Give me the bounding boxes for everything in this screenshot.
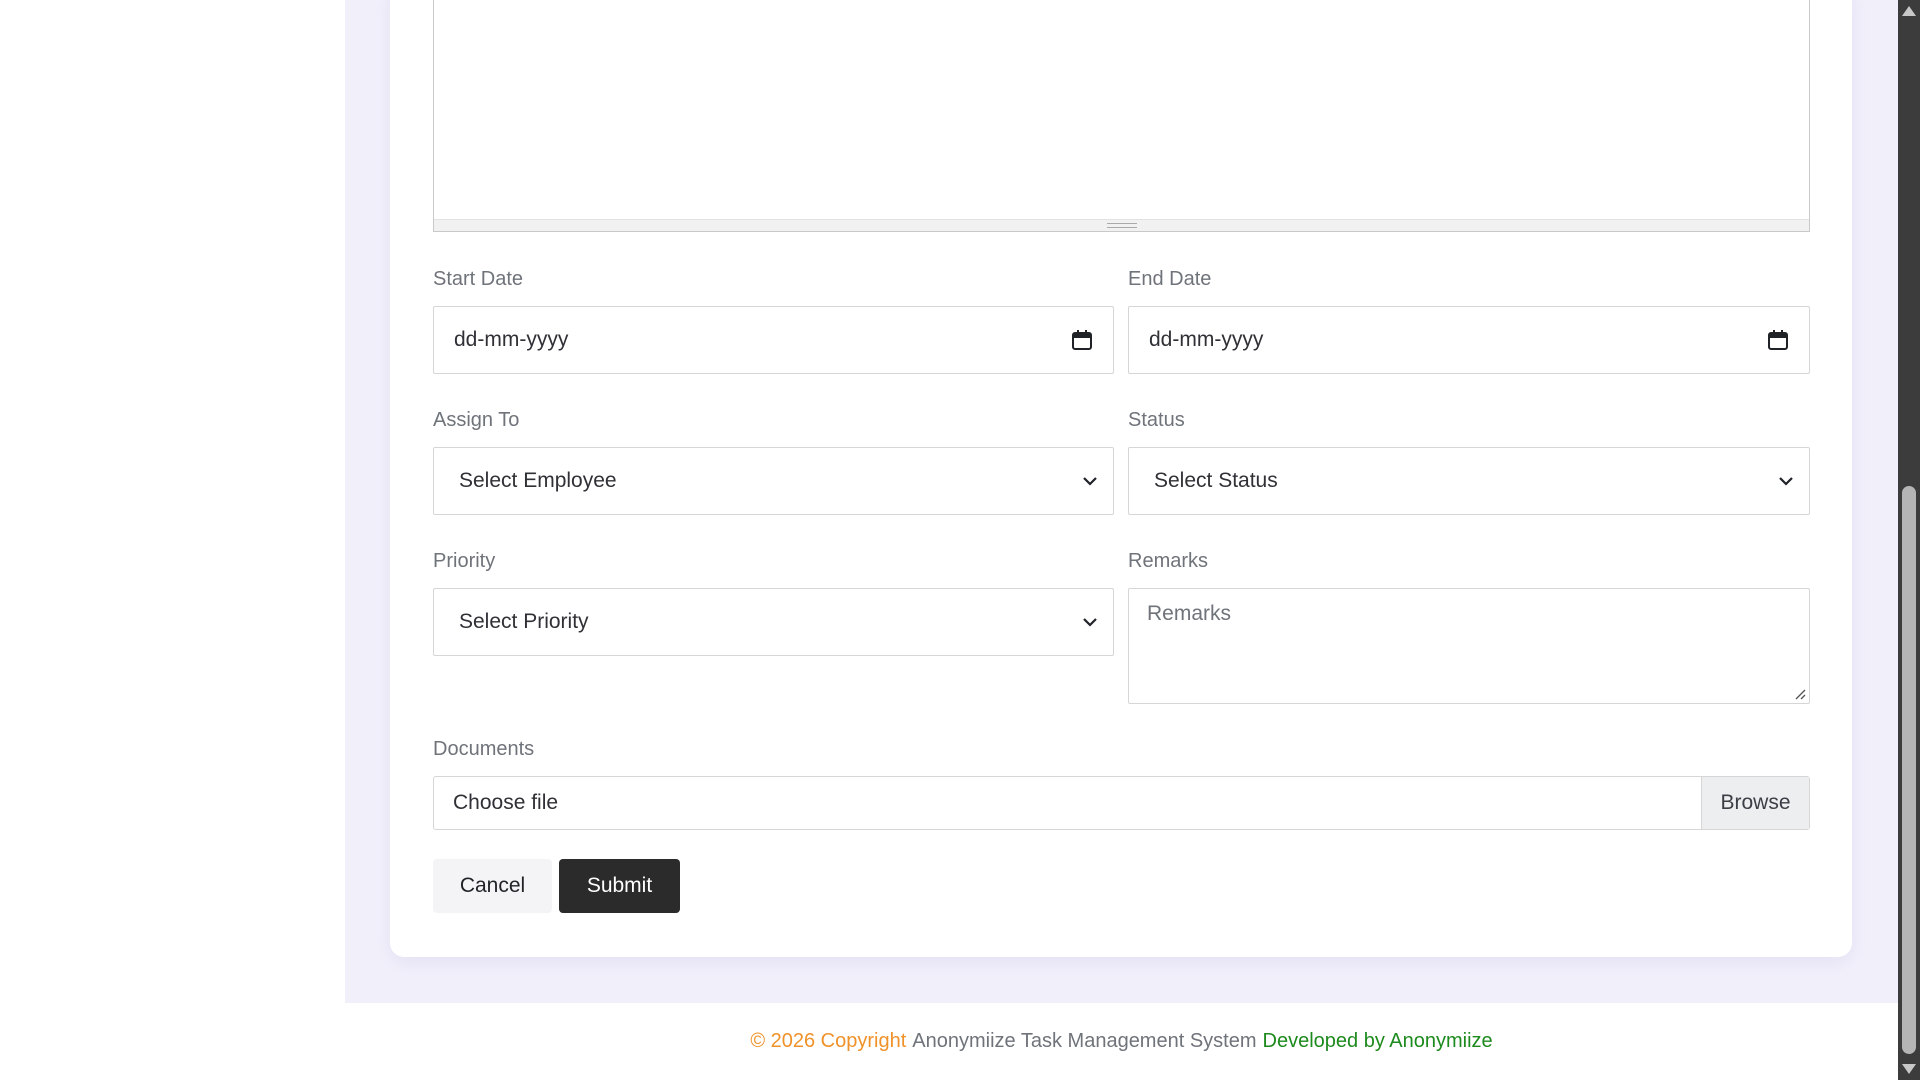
content-area: Start Date dd-mm-yyyy End Date dd-mm-yyy…: [345, 0, 1898, 1003]
editor-statusbar: [434, 219, 1809, 231]
description-editor[interactable]: [433, 0, 1810, 232]
status-value: Select Status: [1154, 469, 1278, 492]
end-date-input[interactable]: dd-mm-yyyy: [1128, 306, 1810, 374]
editor-resize-grip[interactable]: [1106, 223, 1137, 228]
remarks-label: Remarks: [1128, 550, 1209, 572]
browse-button[interactable]: Browse: [1701, 777, 1809, 829]
chevron-down-icon: [1779, 477, 1793, 486]
documents-file-input[interactable]: Choose file Browse: [433, 776, 1810, 830]
start-date-input[interactable]: dd-mm-yyyy: [433, 306, 1114, 374]
assign-to-value: Select Employee: [459, 469, 617, 492]
cancel-button[interactable]: Cancel: [433, 859, 552, 913]
assign-to-select[interactable]: Select Employee: [433, 447, 1114, 515]
assign-to-label: Assign To: [433, 409, 520, 431]
footer-system-name: Anonymiize Task Management System: [912, 1030, 1257, 1052]
resize-grip-icon[interactable]: [1794, 688, 1806, 700]
status-select[interactable]: Select Status: [1128, 447, 1810, 515]
remarks-textarea[interactable]: Remarks: [1128, 588, 1810, 704]
end-date-label: End Date: [1128, 268, 1212, 290]
scroll-thumb[interactable]: [1902, 486, 1916, 1054]
calendar-icon[interactable]: [1071, 329, 1093, 351]
priority-select[interactable]: Select Priority: [433, 588, 1114, 656]
submit-button[interactable]: Submit: [559, 859, 680, 913]
end-date-placeholder: dd-mm-yyyy: [1149, 328, 1264, 351]
calendar-icon[interactable]: [1767, 329, 1789, 351]
task-form-card: Start Date dd-mm-yyyy End Date dd-mm-yyy…: [390, 0, 1852, 957]
left-sidebar: [0, 0, 345, 1003]
footer-copyright: © 2026 Copyright: [750, 1030, 907, 1052]
remarks-placeholder: Remarks: [1147, 602, 1232, 625]
scroll-down-arrow-icon[interactable]: [1902, 1064, 1916, 1074]
start-date-placeholder: dd-mm-yyyy: [454, 328, 569, 351]
priority-label: Priority: [433, 550, 496, 572]
start-date-label: Start Date: [433, 268, 524, 290]
scroll-up-arrow-icon[interactable]: [1902, 6, 1916, 16]
vertical-scrollbar[interactable]: [1898, 0, 1920, 1080]
footer-developer[interactable]: Developed by Anonymiize: [1263, 1030, 1493, 1053]
footer: © 2026 Copyright Anonymiize Task Managem…: [345, 1003, 1898, 1080]
status-label: Status: [1128, 409, 1185, 431]
documents-label: Documents: [433, 738, 535, 760]
chevron-down-icon: [1083, 618, 1097, 627]
chevron-down-icon: [1083, 477, 1097, 486]
priority-value: Select Priority: [459, 610, 589, 633]
file-input-text: Choose file: [453, 791, 559, 814]
